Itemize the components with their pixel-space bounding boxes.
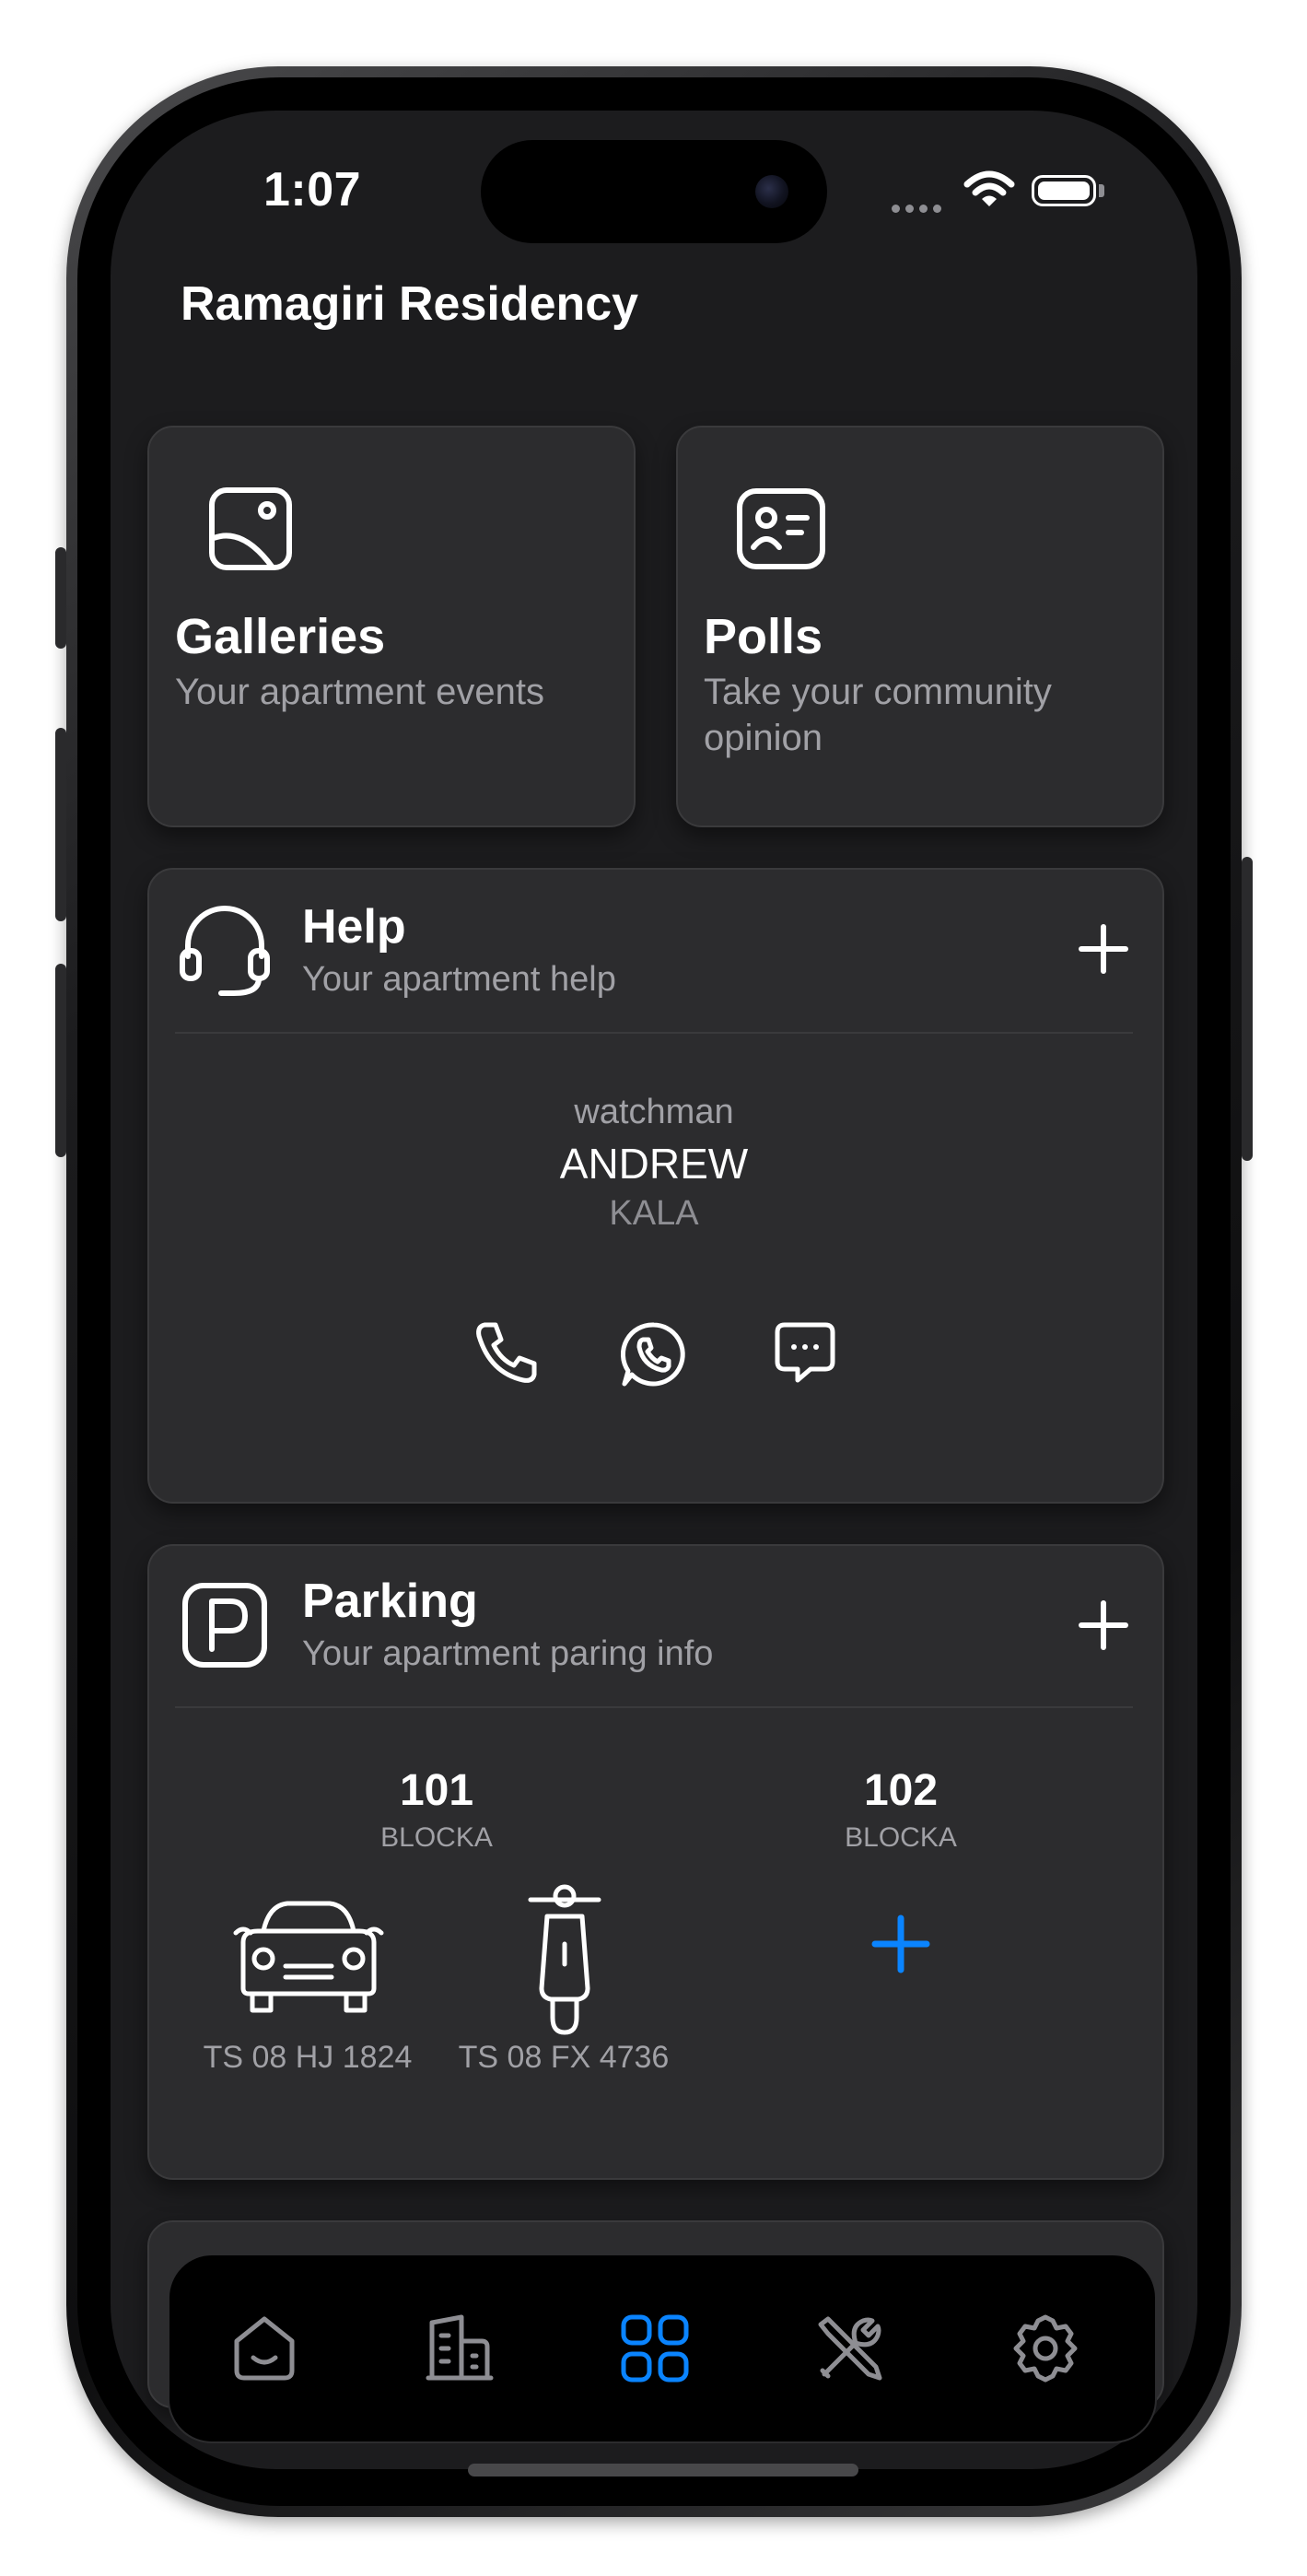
slot-block: BLOCKA	[845, 1822, 957, 1853]
action-button	[55, 547, 66, 649]
vehicle-plate: TS 08 HJ 1824	[203, 2040, 413, 2075]
vehicle-plate: TS 08 FX 4736	[458, 2040, 670, 2075]
volume-down-button	[55, 964, 66, 1157]
battery-icon	[1032, 175, 1096, 206]
slot-number: 102	[863, 1766, 939, 1815]
add-parking-button[interactable]	[1076, 1598, 1131, 1653]
car-icon[interactable]	[230, 1894, 387, 2024]
help-contact-name: ANDREW	[559, 1140, 749, 1188]
settings-icon[interactable]	[995, 2298, 1096, 2399]
status-time: 1:07	[263, 163, 362, 217]
parking-title: Parking	[302, 1575, 478, 1628]
polls-subtitle-line-1: Take your community	[704, 672, 1052, 712]
phone-icon[interactable]	[473, 1319, 540, 1390]
volume-up-button	[55, 728, 66, 921]
building-icon[interactable]	[409, 2298, 510, 2399]
power-button	[1242, 857, 1253, 1161]
home-icon[interactable]	[214, 2298, 315, 2399]
help-title: Help	[302, 900, 406, 954]
galleries-title: Galleries	[175, 609, 386, 664]
help-contact-role: watchman	[574, 1093, 734, 1131]
signal-icon	[892, 201, 947, 217]
grid-icon[interactable]	[604, 2298, 706, 2399]
wifi-icon	[963, 170, 1015, 215]
galleries-subtitle: Your apartment events	[175, 672, 544, 712]
message-icon[interactable]	[772, 1319, 838, 1390]
front-camera	[755, 175, 788, 208]
help-subtitle: Your apartment help	[302, 960, 616, 999]
help-divider	[175, 1032, 1133, 1034]
gallery-icon	[206, 485, 295, 578]
add-help-button[interactable]	[1076, 921, 1131, 977]
tools-icon[interactable]	[799, 2298, 901, 2399]
scooter-icon[interactable]	[525, 1879, 604, 2043]
parking-icon	[181, 1581, 269, 1674]
parking-subtitle: Your apartment paring info	[302, 1634, 714, 1673]
id-card-icon	[735, 486, 827, 576]
parking-divider	[175, 1706, 1133, 1708]
help-contact-last-name: KALA	[609, 1194, 699, 1233]
add-vehicle-button[interactable]	[869, 1913, 932, 1980]
headset-icon	[179, 903, 271, 1003]
polls-title: Polls	[704, 609, 823, 664]
battery-cap	[1099, 184, 1104, 197]
polls-subtitle-line-2: opinion	[704, 718, 823, 758]
polls-subtitle: Take your community opinion	[704, 669, 1137, 761]
slot-block: BLOCKA	[380, 1822, 493, 1853]
slot-number: 101	[399, 1766, 474, 1815]
page-title: Ramagiri Residency	[181, 277, 639, 331]
home-indicator	[468, 2464, 858, 2476]
whatsapp-icon[interactable]	[619, 1319, 689, 1394]
